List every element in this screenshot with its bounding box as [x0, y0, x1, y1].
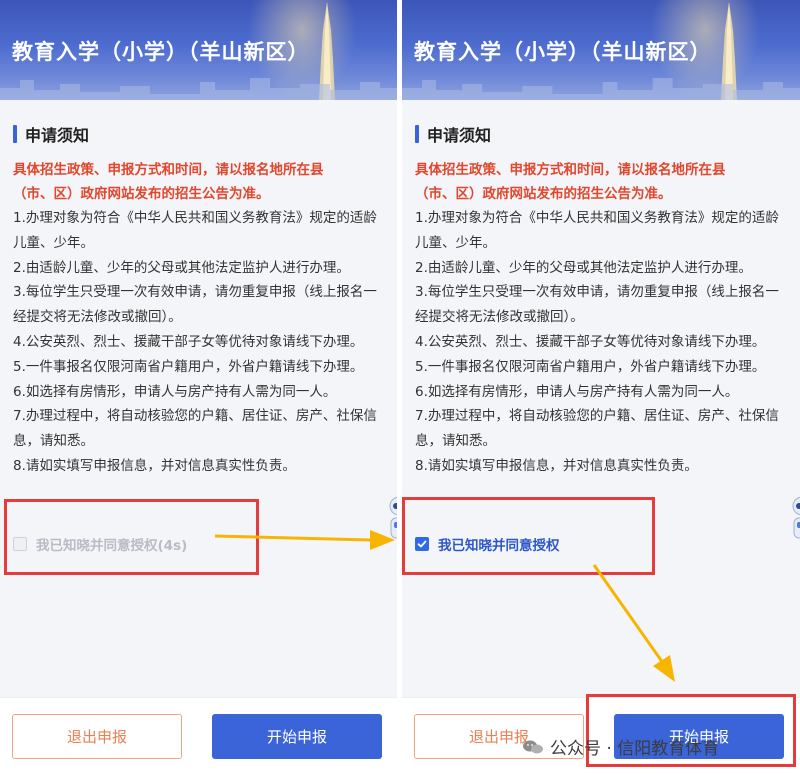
policy-notice: 具体招生政策、申报方式和时间，请以报名地所在县 （市、区）政府网站发布的招生公告…	[415, 158, 787, 206]
left-screen: 教育入学（小学）（羊山新区） 申请须知 具体招生政策、申报方式和时间，请以报名地…	[0, 0, 397, 775]
rule-item: 4.公安英烈、烈士、援藏干部子女等优待对象请线下办理。	[13, 333, 364, 350]
rule-item: 5.一件事报名仅限河南省户籍用户，外省户籍请线下办理。	[13, 358, 364, 375]
policy-notice-line-1: 具体招生政策、申报方式和时间，请以报名地所在县	[13, 162, 324, 178]
rule-item: 1.办理对象为符合《中华人民共和国义务教育法》规定的适龄儿童、少年。	[415, 210, 779, 251]
section-header: 申请须知	[415, 123, 787, 145]
assistant-robot-icon[interactable]	[385, 492, 397, 552]
rule-item: 8.请如实填写申报信息，并对信息真实性负责。	[13, 457, 296, 474]
assistant-robot-icon[interactable]	[788, 492, 800, 552]
city-skyline-image	[0, 78, 397, 100]
highlight-box-consent-checked	[402, 497, 655, 575]
rule-item: 5.一件事报名仅限河南省户籍用户，外省户籍请线下办理。	[415, 358, 766, 375]
policy-notice-line-1: 具体招生政策、申报方式和时间，请以报名地所在县	[415, 162, 726, 178]
section-accent-bar	[13, 125, 17, 143]
wechat-watermark: 公众号 · 信阳教育体育	[522, 734, 719, 759]
section-accent-bar	[415, 125, 419, 143]
rule-item: 3.每位学生只受理一次有效申请，请勿重复申报（线上报名一经提交将无法修改或撤回）…	[13, 284, 377, 326]
policy-notice-line-2: （市、区）政府网站发布的招生公告为准。	[13, 186, 270, 202]
start-button[interactable]: 开始申报	[212, 714, 382, 759]
header-banner: 教育入学（小学）（羊山新区）	[402, 0, 800, 100]
rule-item: 7.办理过程中，将自动核验您的户籍、居住证、房产、社保信息，请知悉。	[415, 408, 779, 450]
exit-button[interactable]: 退出申报	[12, 714, 182, 759]
watermark-text: 公众号 · 信阳教育体育	[550, 739, 720, 759]
header-banner: 教育入学（小学）（羊山新区）	[0, 0, 397, 100]
section-title: 申请须知	[427, 126, 492, 145]
rule-item: 8.请如实填写申报信息，并对信息真实性负责。	[415, 457, 698, 474]
rules-list: 1.办理对象为符合《中华人民共和国义务教育法》规定的适龄儿童、少年。 2.由适龄…	[13, 206, 384, 479]
rule-item: 2.由适龄儿童、少年的父母或其他法定监护人进行办理。	[415, 259, 752, 276]
footer-bar: 退出申报 开始申报	[0, 697, 397, 775]
rule-item: 3.每位学生只受理一次有效申请，请勿重复申报（线上报名一经提交将无法修改或撤回）…	[415, 284, 779, 326]
policy-notice: 具体招生政策、申报方式和时间，请以报名地所在县 （市、区）政府网站发布的招生公告…	[13, 158, 384, 206]
notice-content: 申请须知 具体招生政策、申报方式和时间，请以报名地所在县 （市、区）政府网站发布…	[0, 100, 397, 479]
rules-list: 1.办理对象为符合《中华人民共和国义务教育法》规定的适龄儿童、少年。 2.由适龄…	[415, 206, 787, 479]
wechat-icon	[523, 740, 543, 753]
city-skyline-image	[402, 78, 800, 100]
rule-item: 1.办理对象为符合《中华人民共和国义务教育法》规定的适龄儿童、少年。	[13, 210, 377, 251]
page-title: 教育入学（小学）（羊山新区）	[414, 40, 712, 64]
rule-item: 6.如选择有房情形，申请人与房产持有人需为同一人。	[415, 383, 739, 400]
section-title: 申请须知	[25, 126, 90, 145]
page-title: 教育入学（小学）（羊山新区）	[12, 40, 310, 64]
rule-item: 7.办理过程中，将自动核验您的户籍、居住证、房产、社保信息，请知悉。	[13, 408, 377, 450]
section-header: 申请须知	[13, 123, 384, 145]
rule-item: 2.由适龄儿童、少年的父母或其他法定监护人进行办理。	[13, 259, 350, 276]
rule-item: 6.如选择有房情形，申请人与房产持有人需为同一人。	[13, 383, 337, 400]
notice-content: 申请须知 具体招生政策、申报方式和时间，请以报名地所在县 （市、区）政府网站发布…	[402, 100, 800, 479]
highlight-box-consent-disabled	[4, 499, 259, 575]
right-screen: 教育入学（小学）（羊山新区） 申请须知 具体招生政策、申报方式和时间，请以报名地…	[402, 0, 800, 775]
policy-notice-line-2: （市、区）政府网站发布的招生公告为准。	[415, 186, 672, 202]
rule-item: 4.公安英烈、烈士、援藏干部子女等优待对象请线下办理。	[415, 333, 766, 350]
